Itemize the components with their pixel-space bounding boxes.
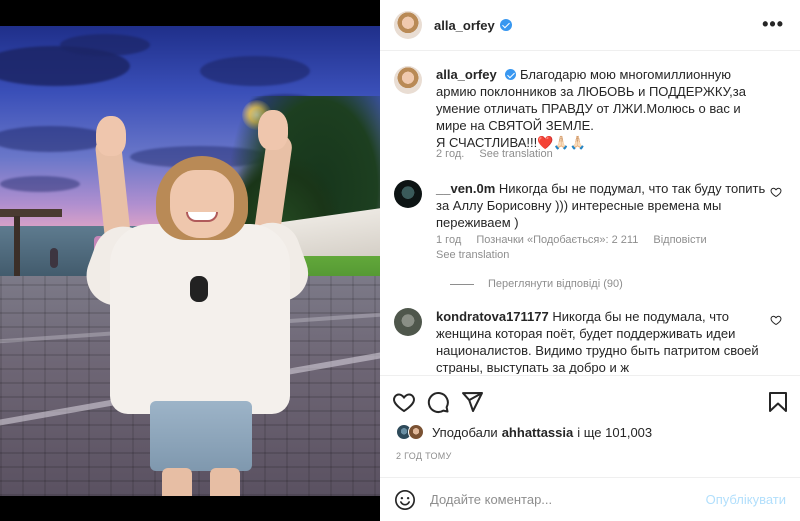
comment-meta: 1 год Позначки «Подобається»: 2 211 Відп… — [436, 234, 719, 246]
comment-username[interactable]: kondratova171177 — [436, 309, 549, 324]
photo-scene — [0, 26, 380, 496]
see-translation-link[interactable]: See translation — [436, 249, 509, 261]
verified-icon — [499, 19, 512, 31]
post-actions — [380, 375, 800, 425]
likes-summary: Уподобали ahhattassia і ще 101,003 — [396, 424, 652, 440]
view-replies[interactable]: Переглянути відповіді (90) — [450, 278, 623, 290]
comment-text-block: __ven.0m Никогда бы не подумал, что так … — [436, 180, 766, 231]
heart-icon[interactable] — [392, 390, 416, 414]
comment-username[interactable]: __ven.0m — [436, 181, 495, 196]
bookmark-icon[interactable] — [766, 390, 790, 414]
woman-figure — [78, 110, 316, 496]
more-icon[interactable]: ••• — [762, 14, 784, 35]
instagram-post: alla_orfey ••• alla_orfey Благодарю мою … — [0, 0, 800, 521]
replies-divider — [450, 283, 474, 285]
avatar[interactable] — [394, 308, 422, 336]
caption-meta: 2 год. See translation — [436, 148, 565, 160]
caption-username[interactable]: alla_orfey — [436, 67, 497, 82]
reply-link[interactable]: Відповісти — [653, 234, 706, 246]
post-timestamp[interactable]: 2 ГОД ТОМУ — [396, 451, 452, 461]
likes-rest[interactable]: і ще 101,003 — [577, 425, 652, 440]
comment-input[interactable] — [430, 492, 690, 507]
comment-likes[interactable]: Позначки «Подобається»: 2 211 — [476, 234, 638, 246]
verified-icon — [505, 69, 517, 80]
comments-list: alla_orfey Благодарю мою многомиллионную… — [380, 52, 800, 374]
comment-icon[interactable] — [426, 390, 450, 414]
comment-age[interactable]: 1 год — [436, 234, 461, 246]
comment-text-block: kondratova171177 Никогда бы не подумала,… — [436, 308, 766, 374]
avatar[interactable] — [394, 180, 422, 208]
heart-icon[interactable] — [770, 314, 782, 326]
post-header: alla_orfey ••• — [380, 0, 800, 51]
caption-text-block: alla_orfey Благодарю мою многомиллионную… — [436, 66, 766, 151]
header-username[interactable]: alla_orfey — [434, 18, 495, 33]
emoji-icon[interactable] — [394, 489, 416, 511]
share-icon[interactable] — [460, 390, 484, 414]
likes-user[interactable]: ahhattassia — [502, 425, 574, 440]
publish-button[interactable]: Опублікувати — [706, 492, 786, 507]
add-comment-bar: Опублікувати — [380, 477, 800, 521]
heart-icon[interactable] — [770, 186, 782, 198]
avatar[interactable] — [394, 11, 422, 39]
post-sidebar: alla_orfey ••• alla_orfey Благодарю мою … — [380, 0, 800, 521]
view-replies-label[interactable]: Переглянути відповіді (90) — [488, 278, 623, 290]
avatar — [408, 424, 424, 440]
avatar[interactable] — [394, 66, 422, 94]
post-photo[interactable] — [0, 0, 380, 521]
likes-prefix: Уподобали — [432, 424, 498, 440]
see-translation-link[interactable]: See translation — [479, 148, 552, 160]
caption-age[interactable]: 2 год. — [436, 148, 464, 160]
